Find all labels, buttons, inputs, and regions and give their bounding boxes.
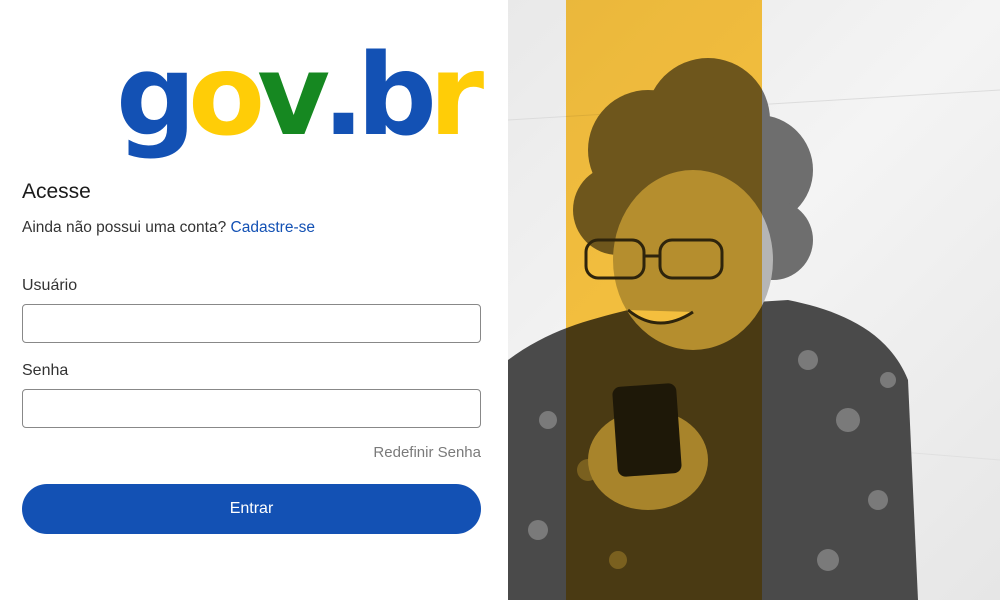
signup-prompt-line: Ainda não possui uma conta? Cadastre-se (22, 219, 315, 237)
logo-letter-r: r (428, 31, 484, 161)
submit-button[interactable]: Entrar (22, 484, 481, 534)
logo-letter-o: o (188, 31, 265, 161)
password-input[interactable] (22, 389, 481, 428)
username-label: Usuário (22, 277, 78, 294)
yellow-accent-stripe (566, 0, 762, 600)
page-title: Acesse (22, 180, 91, 203)
password-label: Senha (22, 362, 69, 379)
logo-letter-g: g (116, 31, 196, 161)
username-input[interactable] (22, 304, 481, 343)
govbr-logo: g o v . b r (116, 31, 484, 170)
logo-dot: . (322, 31, 364, 161)
reset-password-link[interactable]: Redefinir Senha (373, 444, 481, 461)
login-panel: g o v . b r Acesse Ainda não possui uma … (0, 0, 508, 600)
signup-prompt-text: Ainda não possui uma conta? (22, 219, 227, 236)
logo-letter-b: b (356, 31, 437, 161)
login-page: g o v . b r Acesse Ainda não possui uma … (0, 0, 1000, 600)
signup-link[interactable]: Cadastre-se (231, 219, 315, 236)
hero-illustration (508, 0, 1000, 600)
logo-letter-v: v (257, 31, 330, 161)
hero-image (508, 0, 1000, 600)
